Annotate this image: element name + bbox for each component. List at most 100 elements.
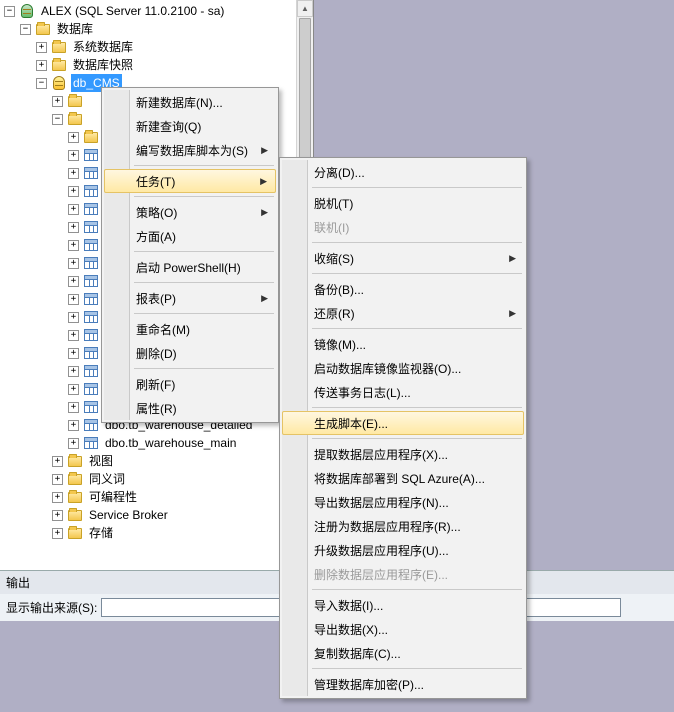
expand-icon[interactable]: [68, 186, 79, 197]
collapse-icon[interactable]: [20, 24, 31, 35]
table-icon: [83, 363, 99, 379]
menu-export-data-tier[interactable]: 导出数据层应用程序(N)...: [282, 490, 524, 514]
expand-icon[interactable]: [68, 150, 79, 161]
menu-facets[interactable]: 方面(A): [104, 224, 276, 248]
expand-icon[interactable]: [52, 510, 63, 521]
menu-generate-scripts[interactable]: 生成脚本(E)...: [282, 411, 524, 435]
tree-node-storage[interactable]: 存储: [4, 524, 313, 542]
menu-launch-mirror-monitor[interactable]: 启动数据库镜像监视器(O)...: [282, 356, 524, 380]
menu-separator: [134, 368, 274, 369]
menu-label: 启动 PowerShell(H): [136, 259, 241, 276]
expand-icon[interactable]: [36, 42, 47, 53]
scroll-up-button[interactable]: ▲: [297, 0, 313, 17]
expand-icon[interactable]: [52, 474, 63, 485]
menu-properties[interactable]: 属性(R): [104, 396, 276, 420]
expand-icon[interactable]: [68, 204, 79, 215]
expand-icon[interactable]: [68, 222, 79, 233]
expand-icon[interactable]: [36, 60, 47, 71]
expand-icon[interactable]: [68, 276, 79, 287]
tree-label: 数据库: [55, 20, 95, 38]
menu-extract-data-tier[interactable]: 提取数据层应用程序(X)...: [282, 442, 524, 466]
menu-label: 复制数据库(C)...: [314, 645, 401, 662]
menu-separator: [312, 407, 522, 408]
table-icon: [83, 219, 99, 235]
table-icon: [83, 399, 99, 415]
table-icon: [83, 327, 99, 343]
table-icon: [83, 165, 99, 181]
menu-offline[interactable]: 脱机(T): [282, 191, 524, 215]
expand-icon[interactable]: [68, 402, 79, 413]
collapse-icon[interactable]: [4, 6, 15, 17]
menu-label: 管理数据库加密(P)...: [314, 676, 424, 693]
tree-node-databases[interactable]: 数据库: [4, 20, 313, 38]
submenu-arrow-icon: ▶: [260, 176, 267, 187]
tree-node-snapshot[interactable]: 数据库快照: [4, 56, 313, 74]
menu-upgrade-data-tier[interactable]: 升级数据层应用程序(U)...: [282, 538, 524, 562]
menu-label: 导入数据(I)...: [314, 597, 383, 614]
menu-shrink[interactable]: 收缩(S) ▶: [282, 246, 524, 270]
tree-node-service-broker[interactable]: Service Broker: [4, 506, 313, 524]
folder-icon: [67, 471, 83, 487]
expand-icon[interactable]: [52, 456, 63, 467]
expand-icon[interactable]: [68, 366, 79, 377]
expand-icon[interactable]: [68, 312, 79, 323]
output-source-label: 显示输出来源(S):: [6, 599, 97, 616]
menu-label: 升级数据层应用程序(U)...: [314, 542, 449, 559]
expand-icon[interactable]: [68, 330, 79, 341]
submenu-arrow-icon: ▶: [509, 253, 516, 264]
tree-node-synonyms[interactable]: 同义词: [4, 470, 313, 488]
menu-separator: [134, 282, 274, 283]
menu-tasks[interactable]: 任务(T)▶: [104, 169, 276, 193]
tree-node-server[interactable]: ALEX (SQL Server 11.0.2100 - sa): [4, 2, 313, 20]
menu-script-db-as[interactable]: 编写数据库脚本为(S)▶: [104, 138, 276, 162]
expand-icon[interactable]: [68, 258, 79, 269]
tree-node-wh-main[interactable]: dbo.tb_warehouse_main: [4, 434, 313, 452]
menu-manage-encryption[interactable]: 管理数据库加密(P)...: [282, 672, 524, 696]
menu-detach[interactable]: 分离(D)...: [282, 160, 524, 184]
menu-new-query[interactable]: 新建查询(Q): [104, 114, 276, 138]
expand-icon[interactable]: [68, 348, 79, 359]
menu-import-data[interactable]: 导入数据(I)...: [282, 593, 524, 617]
expand-icon[interactable]: [68, 384, 79, 395]
expand-icon[interactable]: [68, 438, 79, 449]
expand-icon[interactable]: [52, 96, 63, 107]
menu-export-data[interactable]: 导出数据(X)...: [282, 617, 524, 641]
menu-delete[interactable]: 删除(D): [104, 341, 276, 365]
menu-ship-logs[interactable]: 传送事务日志(L)...: [282, 380, 524, 404]
expand-icon[interactable]: [68, 168, 79, 179]
folder-icon: [35, 21, 51, 37]
menu-label: 属性(R): [136, 400, 177, 417]
menu-start-powershell[interactable]: 启动 PowerShell(H): [104, 255, 276, 279]
table-icon: [83, 273, 99, 289]
expand-icon[interactable]: [68, 420, 79, 431]
menu-restore[interactable]: 还原(R)▶: [282, 301, 524, 325]
menu-mirror[interactable]: 镜像(M)...: [282, 332, 524, 356]
menu-deploy-azure[interactable]: 将数据库部署到 SQL Azure(A)...: [282, 466, 524, 490]
menu-policies[interactable]: 策略(O)▶: [104, 200, 276, 224]
expand-icon[interactable]: [68, 240, 79, 251]
expand-icon[interactable]: [68, 294, 79, 305]
expand-icon[interactable]: [68, 132, 79, 143]
folder-icon: [67, 507, 83, 523]
expand-icon[interactable]: [52, 492, 63, 503]
menu-rename[interactable]: 重命名(M): [104, 317, 276, 341]
menu-backup[interactable]: 备份(B)...: [282, 277, 524, 301]
tree-node-sysdb[interactable]: 系统数据库: [4, 38, 313, 56]
tree-node-views[interactable]: 视图: [4, 452, 313, 470]
submenu-arrow-icon: ▶: [261, 145, 268, 156]
menu-copy-db[interactable]: 复制数据库(C)...: [282, 641, 524, 665]
menu-new-database[interactable]: 新建数据库(N)...: [104, 90, 276, 114]
collapse-icon[interactable]: [52, 114, 63, 125]
expand-icon[interactable]: [52, 528, 63, 539]
collapse-icon[interactable]: [36, 78, 47, 89]
folder-icon: [67, 453, 83, 469]
tree-node-programmability[interactable]: 可编程性: [4, 488, 313, 506]
folder-icon: [67, 525, 83, 541]
menu-reports[interactable]: 报表(P)▶: [104, 286, 276, 310]
menu-register-data-tier[interactable]: 注册为数据层应用程序(R)...: [282, 514, 524, 538]
menu-online: 联机(I): [282, 215, 524, 239]
menu-refresh[interactable]: 刷新(F): [104, 372, 276, 396]
table-icon: [83, 201, 99, 217]
menu-separator: [134, 165, 274, 166]
menu-label: 收缩(S): [314, 250, 354, 267]
